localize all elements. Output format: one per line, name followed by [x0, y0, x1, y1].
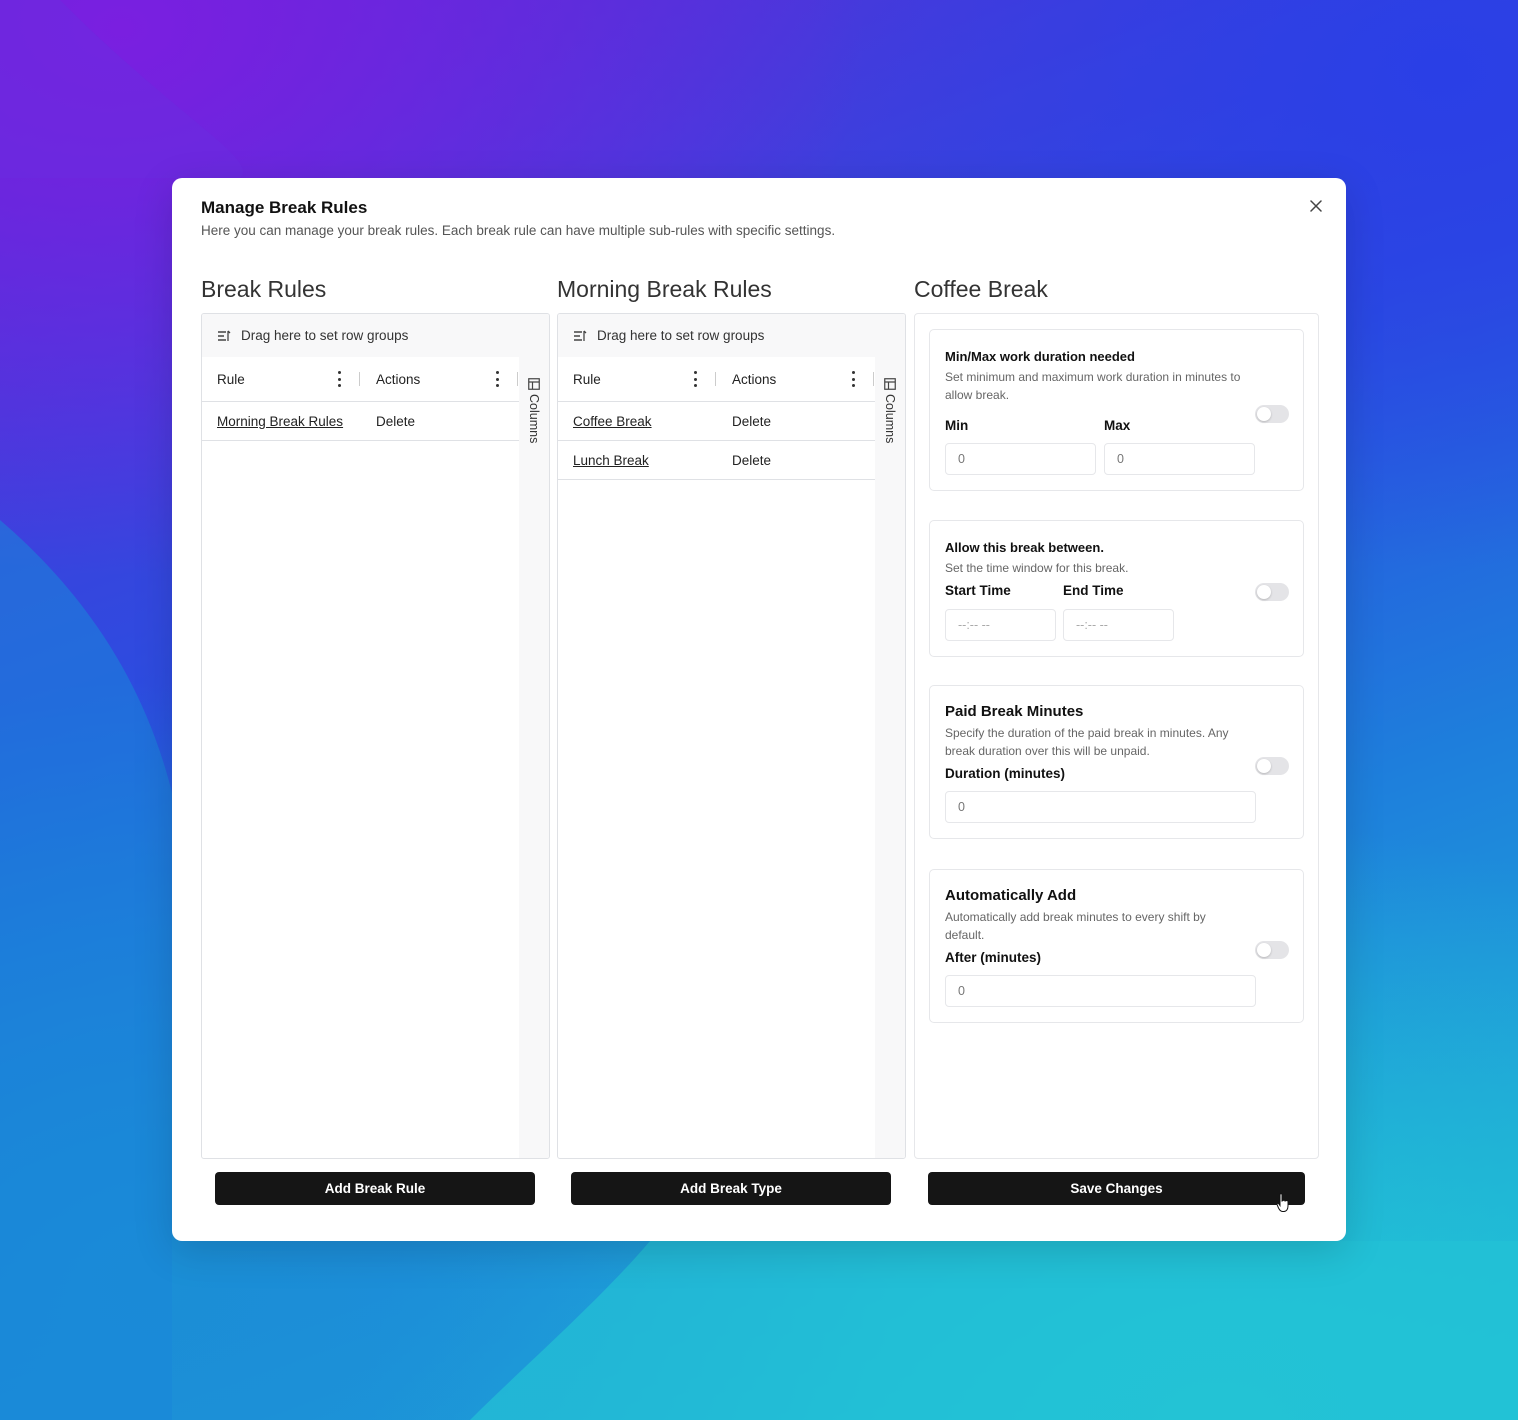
column-header-rule[interactable]: Rule [217, 357, 245, 401]
auto-add-card: Automatically Add Automatically add brea… [929, 869, 1304, 1023]
row-group-label: Drag here to set row groups [241, 328, 409, 343]
close-icon [1310, 200, 1322, 212]
coffee-break-title: Coffee Break [914, 276, 1048, 302]
after-minutes-input[interactable]: 0 [945, 975, 1256, 1007]
rule-link[interactable]: Coffee Break [573, 402, 652, 440]
row-group-label: Drag here to set row groups [597, 328, 765, 343]
start-time-input[interactable]: --:-- -- [945, 609, 1056, 641]
auto-add-toggle[interactable] [1255, 941, 1289, 959]
end-time-label: End Time [1063, 583, 1124, 598]
table-row[interactable]: Morning Break Rules Delete [202, 402, 519, 441]
column-header-rule[interactable]: Rule [573, 357, 601, 401]
delete-action[interactable]: Delete [376, 402, 415, 440]
add-break-rule-button[interactable]: Add Break Rule [215, 1172, 535, 1205]
table-row[interactable]: Coffee Break Delete [558, 402, 875, 441]
break-rules-title: Break Rules [201, 276, 327, 302]
min-label: Min [945, 418, 969, 433]
dialog-title: Manage Break Rules [201, 198, 368, 217]
min-input[interactable]: 0 [945, 443, 1096, 475]
grid-body: Rule Actions Coffee Break Delete Lunch B… [558, 357, 876, 1158]
column-menu-icon[interactable] [692, 371, 698, 387]
manage-break-rules-dialog: Manage Break Rules Here you can manage y… [172, 178, 1346, 1241]
table-row[interactable]: Lunch Break Delete [558, 441, 875, 480]
morning-break-rules-grid: Drag here to set row groups Rule Actions… [557, 313, 906, 1159]
columns-icon [528, 378, 540, 390]
columns-tab-label: Columns [527, 394, 541, 444]
time-window-card: Allow this break between. Set the time w… [929, 520, 1304, 657]
add-break-type-button[interactable]: Add Break Type [571, 1172, 891, 1205]
paid-break-toggle[interactable] [1255, 757, 1289, 775]
card-title: Min/Max work duration needed [945, 349, 1135, 364]
card-description: Automatically add break minutes to every… [945, 910, 1206, 942]
dialog-description: Here you can manage your break rules. Ea… [201, 223, 836, 238]
rule-link[interactable]: Morning Break Rules [217, 402, 343, 440]
column-header-actions[interactable]: Actions [732, 357, 776, 401]
card-description: Set the time window for this break. [945, 561, 1129, 575]
duration-label: Duration (minutes) [945, 766, 1065, 781]
columns-tab-label: Columns [883, 394, 897, 444]
columns-tab[interactable]: Columns [882, 378, 898, 443]
card-description: Set minimum and maximum work duration in… [945, 370, 1241, 402]
column-menu-icon[interactable] [850, 371, 856, 387]
columns-tab[interactable]: Columns [526, 378, 542, 443]
coffee-break-settings: Min/Max work duration needed Set minimum… [914, 313, 1319, 1159]
break-rules-grid: Drag here to set row groups Rule Actions… [201, 313, 550, 1159]
column-resize-handle[interactable] [873, 372, 874, 386]
row-group-drop-zone[interactable]: Drag here to set row groups [202, 314, 549, 358]
column-header-actions[interactable]: Actions [376, 357, 420, 401]
side-panel: Columns [875, 357, 905, 1158]
column-resize-handle[interactable] [715, 372, 716, 386]
row-group-drop-zone[interactable]: Drag here to set row groups [558, 314, 905, 358]
morning-break-rules-title: Morning Break Rules [557, 276, 772, 302]
min-max-duration-card: Min/Max work duration needed Set minimum… [929, 329, 1304, 491]
card-title: Paid Break Minutes [945, 703, 1084, 720]
after-minutes-label: After (minutes) [945, 950, 1042, 965]
close-button[interactable] [1306, 196, 1326, 216]
card-description: Specify the duration of the paid break i… [945, 726, 1229, 758]
grid-body: Rule Actions Morning Break Rules Delete [202, 357, 520, 1158]
save-changes-button[interactable]: Save Changes [928, 1172, 1305, 1205]
paid-break-card: Paid Break Minutes Specify the duration … [929, 685, 1304, 839]
column-resize-handle[interactable] [359, 372, 360, 386]
column-resize-handle[interactable] [517, 372, 518, 386]
grid-header: Rule Actions [202, 357, 519, 402]
max-label: Max [1104, 418, 1131, 433]
delete-action[interactable]: Delete [732, 402, 771, 440]
column-menu-icon[interactable] [336, 371, 342, 387]
row-group-icon [218, 330, 231, 341]
start-time-label: Start Time [945, 583, 1011, 598]
end-time-input[interactable]: --:-- -- [1063, 609, 1174, 641]
columns-icon [884, 378, 896, 390]
card-title: Allow this break between. [945, 540, 1104, 555]
hand-cursor-icon [1276, 1193, 1289, 1212]
time-window-toggle[interactable] [1255, 583, 1289, 601]
rule-link[interactable]: Lunch Break [573, 441, 649, 479]
column-menu-icon[interactable] [494, 371, 500, 387]
min-max-toggle[interactable] [1255, 405, 1289, 423]
row-group-icon [574, 330, 587, 341]
max-input[interactable]: 0 [1104, 443, 1255, 475]
grid-header: Rule Actions [558, 357, 875, 402]
duration-input[interactable]: 0 [945, 791, 1256, 823]
card-title: Automatically Add [945, 887, 1077, 904]
delete-action[interactable]: Delete [732, 441, 771, 479]
side-panel: Columns [519, 357, 549, 1158]
